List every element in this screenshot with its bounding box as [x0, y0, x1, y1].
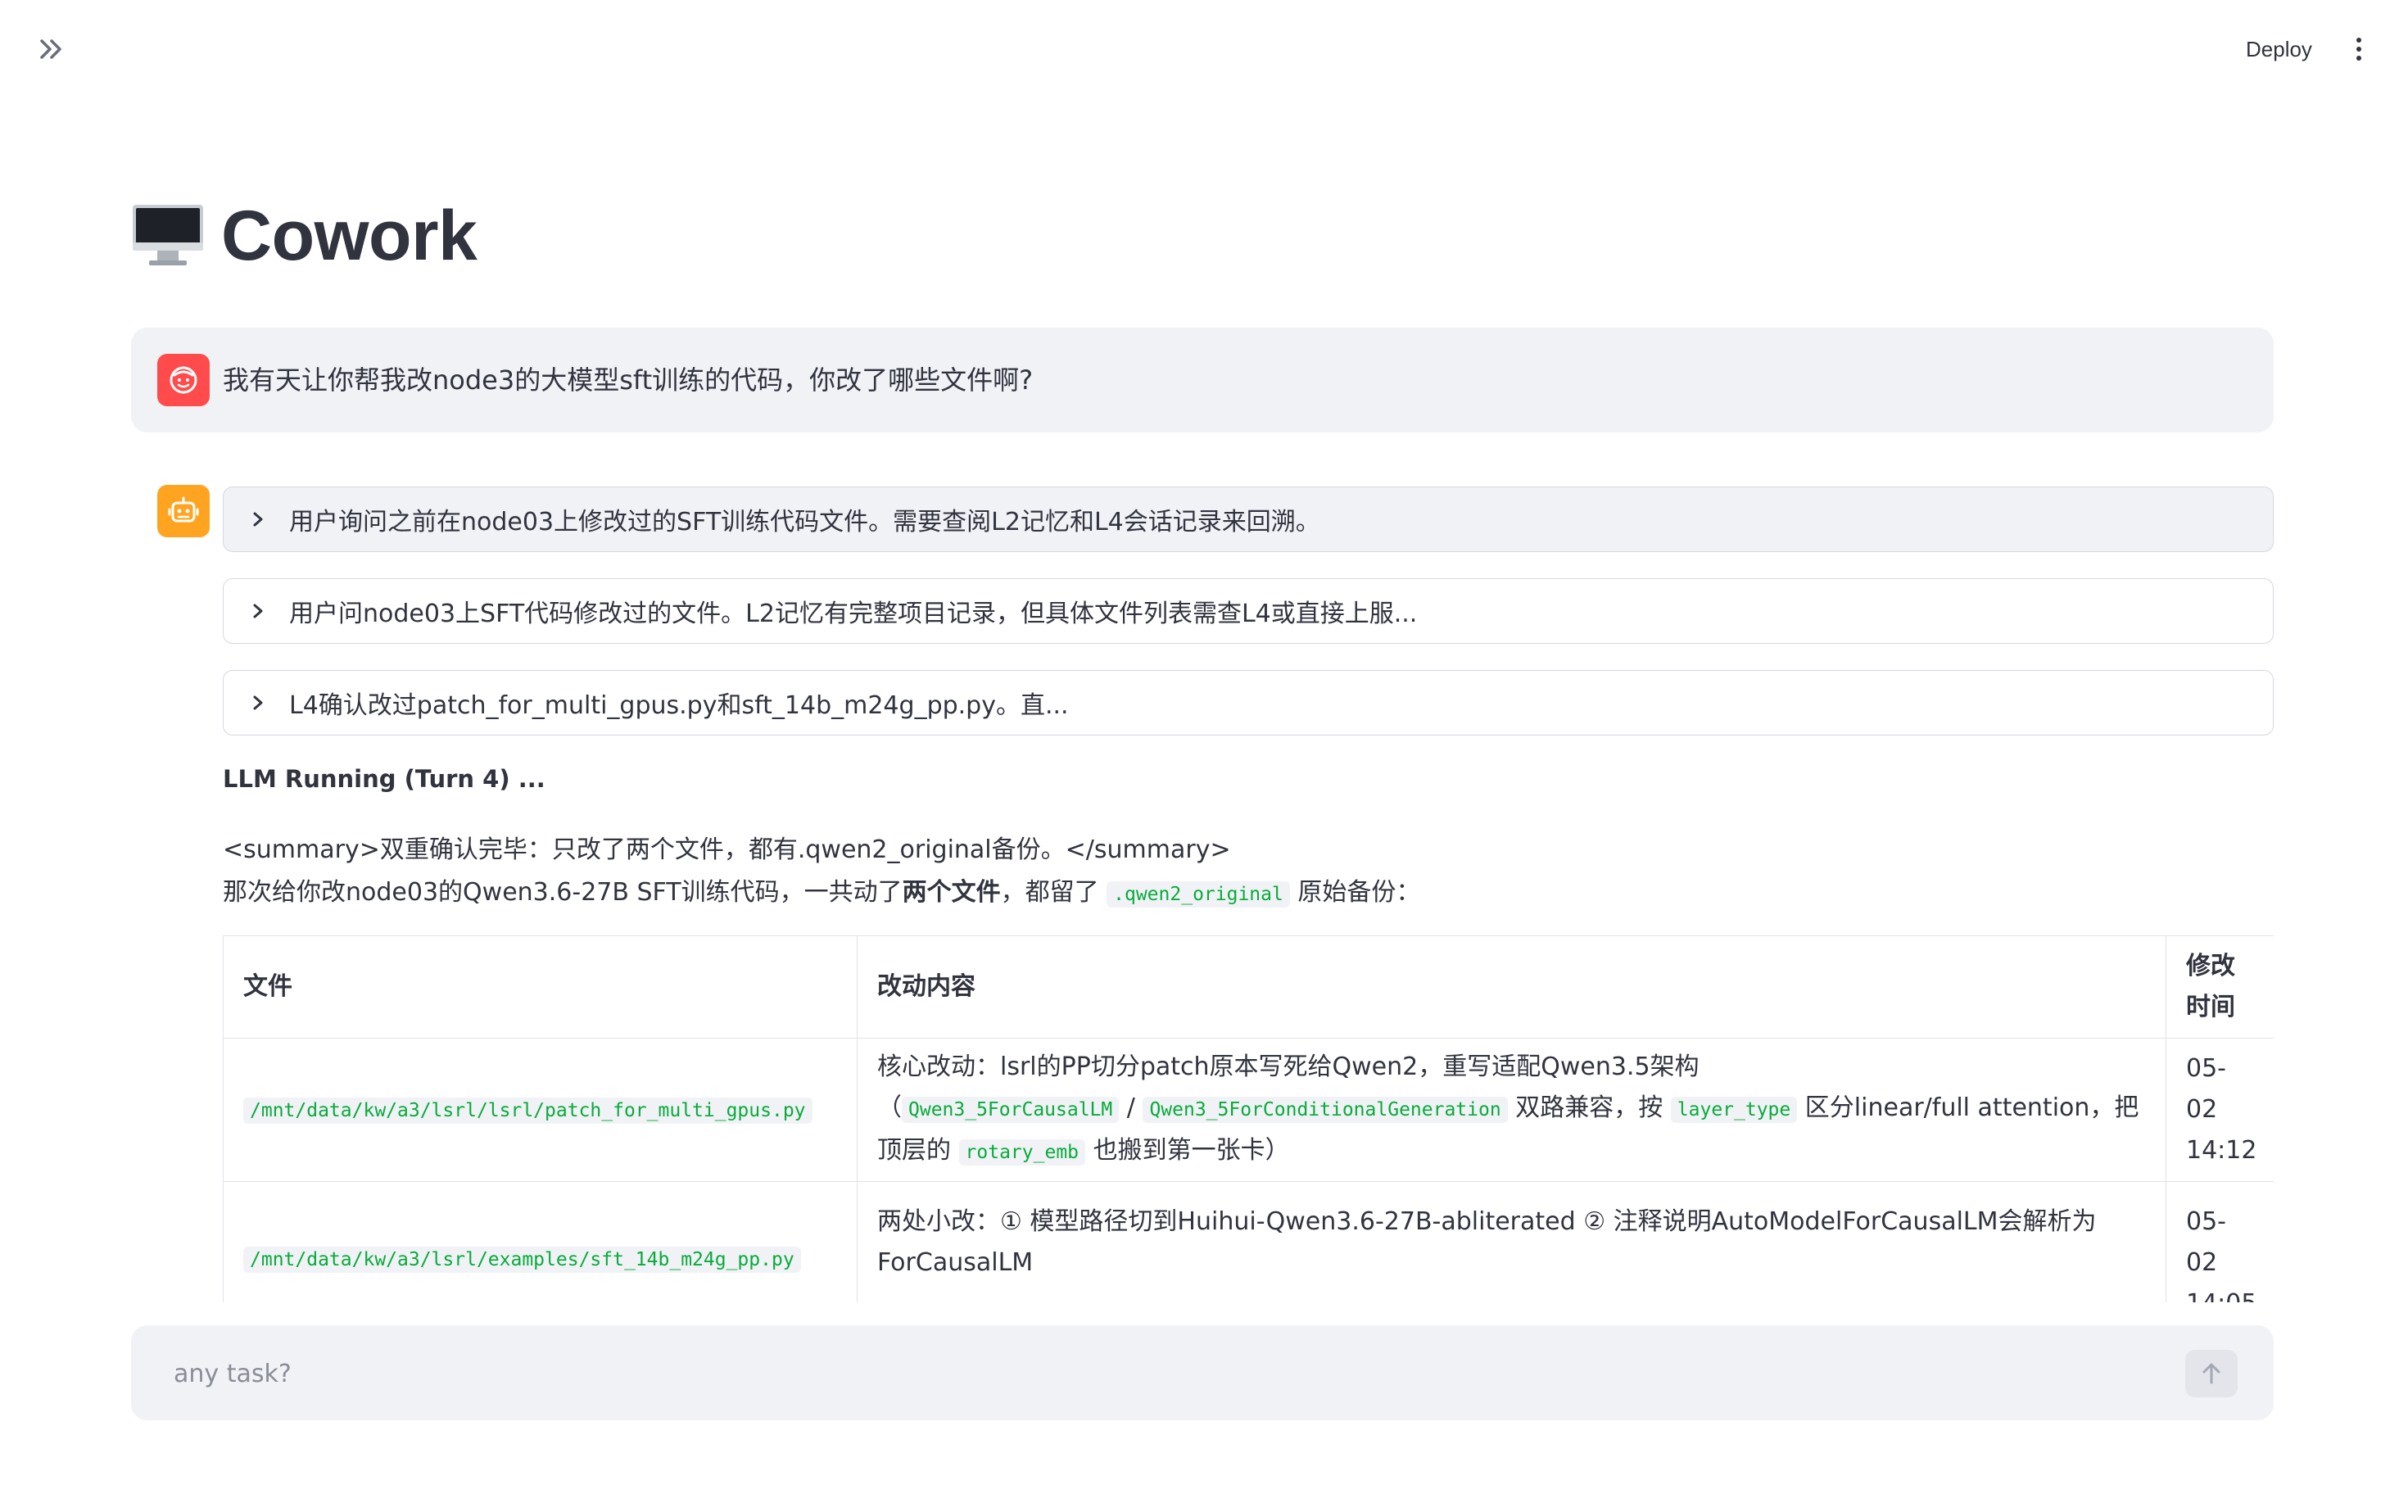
table-header: 改动内容 [857, 935, 2166, 1039]
main-menu-icon[interactable] [2342, 29, 2375, 69]
thinking-expander-2[interactable]: 用户问node03上SFT代码修改过的文件。L2记忆有完整项目记录，但具体文件列… [223, 578, 2274, 644]
table-cell-change: 核心改动：lsrl的PP切分patch原本写死给Qwen2，重写适配Qwen3.… [857, 1038, 2166, 1182]
status-text: LLM Running (Turn 4) ... [223, 765, 545, 793]
files-table: 文件 改动内容 修改时间 /mnt/data/kw/a3/lsrl/lsrl/p… [223, 935, 2274, 1302]
chevron-right-icon [250, 603, 266, 619]
deploy-button[interactable]: Deploy [2234, 28, 2324, 70]
table-cell-file: /mnt/data/kw/a3/lsrl/examples/sft_14b_m2… [223, 1181, 858, 1302]
table-row: /mnt/data/kw/a3/lsrl/lsrl/patch_for_mult… [223, 1038, 2274, 1182]
file-path: /mnt/data/kw/a3/lsrl/lsrl/patch_for_mult… [243, 1098, 812, 1124]
table-header: 文件 [223, 935, 858, 1039]
expander-label: 用户问node03上SFT代码修改过的文件。L2记忆有完整项目记录，但具体文件列… [289, 600, 1418, 628]
thinking-expander-3[interactable]: L4确认改过patch_for_multi_gpus.py和sft_14b_m2… [223, 670, 2274, 736]
chevron-right-icon [250, 511, 266, 527]
table-header: 修改时间 [2166, 935, 2274, 1039]
user-message-text: 我有天让你帮我改node3的大模型sft训练的代码，你改了哪些文件啊? [223, 364, 1034, 396]
page-title: Cowork [131, 187, 478, 285]
expander-label: L4确认改过patch_for_multi_gpus.py和sft_14b_m2… [289, 691, 1069, 720]
summary-line: <summary>双重确认完毕：只改了两个文件，都有.qwen2_origina… [223, 835, 1231, 864]
user-avatar [157, 354, 210, 406]
table-header-row: 文件 改动内容 修改时间 [223, 935, 2274, 1039]
chat-input[interactable] [172, 1325, 2141, 1422]
desktop-computer-icon [133, 205, 203, 265]
expander-label: 用户询问之前在node03上修改过的SFT训练代码文件。需要查阅L2记忆和L4会… [289, 508, 1320, 536]
inline-code: .qwen2_original [1107, 881, 1290, 908]
user-message: 我有天让你帮我改node3的大模型sft训练的代码，你改了哪些文件啊? [131, 328, 2274, 432]
table-row: /mnt/data/kw/a3/lsrl/examples/sft_14b_m2… [223, 1181, 2274, 1302]
arrow-up-icon [2202, 1363, 2220, 1384]
file-path: /mnt/data/kw/a3/lsrl/examples/sft_14b_m2… [243, 1247, 801, 1273]
user-face-icon [170, 366, 197, 394]
top-bar: Deploy [0, 0, 2408, 98]
robot-icon [168, 496, 199, 523]
title-text: Cowork [221, 196, 478, 275]
table-cell-time: 05-02 14:05 [2166, 1181, 2274, 1302]
thinking-expander-1[interactable]: 用户询问之前在node03上修改过的SFT训练代码文件。需要查阅L2记忆和L4会… [223, 487, 2274, 552]
send-button[interactable] [2185, 1350, 2238, 1397]
assistant-avatar [157, 485, 210, 537]
answer-text: 那次给你改node03的Qwen3.6-27B SFT训练代码，一共动了两个文件… [223, 878, 1421, 908]
table-cell-time: 05-02 14:12 [2166, 1038, 2274, 1182]
chevron-right-icon [250, 695, 266, 711]
table-cell-file: /mnt/data/kw/a3/lsrl/lsrl/patch_for_mult… [223, 1038, 858, 1182]
chat-input-bar [131, 1325, 2274, 1422]
table-cell-change: 两处小改：① 模型路径切到Huihui-Qwen3.6-27B-ablitera… [857, 1181, 2166, 1302]
expand-sidebar-icon[interactable] [33, 31, 72, 67]
